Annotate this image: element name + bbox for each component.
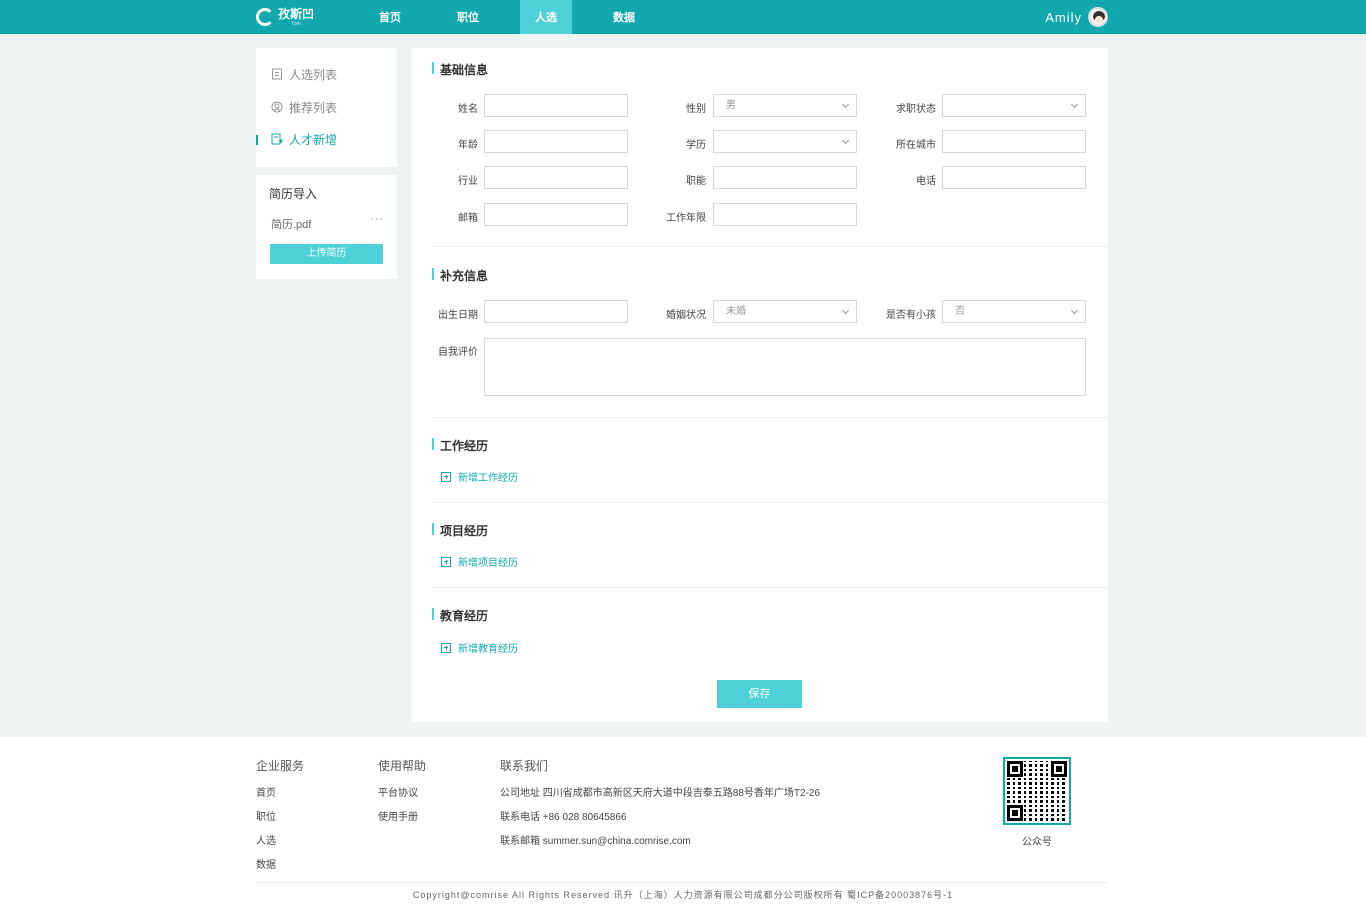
user-circle-icon: [271, 101, 283, 113]
gender-label: 性别: [686, 104, 706, 115]
add-work-experience-link[interactable]: 新增工作经历: [441, 469, 518, 484]
logo-text: 孜斯凹: [278, 7, 315, 21]
gender-select[interactable]: 男: [713, 94, 857, 117]
sidebar-item-label: 推荐列表: [289, 100, 338, 115]
avatar[interactable]: [1088, 7, 1108, 27]
talent-form: 基础信息 姓名 性别 男 求职状态 年龄 学历 所在城市 行业 职能 电话 邮箱…: [411, 48, 1108, 722]
logo-subtext: Tom: [291, 21, 301, 27]
sidebar-item-recommend-list[interactable]: 推荐列表: [271, 97, 337, 117]
section-title-work: 工作经历: [432, 437, 488, 454]
divider: [432, 246, 1108, 247]
plus-square-icon: [441, 556, 451, 567]
sidebar-item-label: 人才新增: [289, 132, 338, 147]
nav-candidates[interactable]: 人选: [520, 0, 572, 34]
resume-import-title: 简历导入: [269, 187, 318, 201]
footer-link-candidates[interactable]: 人选: [256, 832, 276, 847]
self-eval-label: 自我评价: [438, 347, 478, 358]
footer-link-manual[interactable]: 使用手册: [378, 808, 418, 823]
footer-address: 公司地址 四川省成都市高新区天府大道中段吉泰五路88号香年广场T2-26: [500, 788, 821, 799]
marital-label: 婚姻状况: [666, 310, 706, 321]
footer-link-jobs[interactable]: 职位: [256, 808, 276, 823]
add-project-experience-link[interactable]: 新增项目经历: [441, 554, 518, 569]
email-field[interactable]: [484, 203, 628, 226]
children-select[interactable]: 否: [942, 300, 1086, 323]
add-user-icon: [271, 133, 283, 145]
add-project-experience-label: 新增项目经历: [458, 558, 518, 569]
copyright: Copyright@comrise All Rights Reserved 讯升…: [412, 890, 954, 900]
sidebar-item-add-talent[interactable]: 人才新增: [271, 129, 337, 149]
add-work-experience-label: 新增工作经历: [458, 473, 518, 484]
upload-resume-button[interactable]: 上传简历: [270, 244, 383, 264]
footer: 企业服务 首页 职位 人选 数据 使用帮助 平台协议 使用手册 联系我们 公司地…: [0, 737, 1366, 906]
qr-code-label: 公众号: [1022, 837, 1052, 848]
top-header: 孜斯凹 Tom 首页 职位 人选 数据 Amily: [0, 0, 1366, 34]
footer-email: 联系邮箱 summer.sun@china.comrise.com: [500, 836, 691, 847]
divider: [432, 502, 1108, 503]
footer-link-agreement[interactable]: 平台协议: [378, 784, 418, 799]
divider: [432, 587, 1108, 588]
name-label: 姓名: [458, 104, 478, 115]
city-label: 所在城市: [896, 140, 936, 151]
work-years-label: 工作年限: [666, 213, 706, 224]
footer-phone: 联系电话 +86 028 80645866: [500, 812, 627, 823]
name-field[interactable]: [484, 94, 628, 117]
sidebar-item-label: 人选列表: [289, 67, 338, 82]
city-field[interactable]: [942, 130, 1086, 153]
nav-data[interactable]: 数据: [598, 0, 650, 34]
section-title-project: 项目经历: [432, 522, 488, 539]
job-status-label: 求职状态: [896, 104, 936, 115]
active-indicator: [256, 135, 258, 145]
nav-home[interactable]: 首页: [364, 0, 416, 34]
children-label: 是否有小孩: [886, 310, 936, 321]
function-field[interactable]: [713, 166, 857, 189]
divider: [432, 417, 1108, 418]
plus-square-icon: [441, 471, 451, 482]
add-education-experience-label: 新增教育经历: [458, 644, 518, 655]
footer-col-help-title: 使用帮助: [378, 759, 427, 773]
user-menu[interactable]: Amily: [1045, 7, 1108, 27]
side-menu: 人选列表 推荐列表 人才新增: [256, 48, 397, 167]
nav-jobs[interactable]: 职位: [442, 0, 494, 34]
resume-file-name[interactable]: 简历.pdf: [271, 216, 311, 232]
section-title-basic: 基础信息: [432, 61, 488, 78]
main-nav: 首页 职位 人选 数据: [364, 0, 676, 34]
work-years-field[interactable]: [713, 203, 857, 226]
email-label: 邮箱: [458, 213, 478, 224]
more-icon[interactable]: ···: [370, 213, 384, 225]
birth-date-field[interactable]: [484, 300, 628, 323]
phone-label: 电话: [916, 176, 936, 187]
resume-import-panel: 简历导入 简历.pdf ··· 上传简历: [256, 175, 397, 279]
marital-select[interactable]: 未婚: [713, 300, 857, 323]
self-eval-textarea[interactable]: [484, 338, 1086, 396]
job-status-select[interactable]: [942, 94, 1086, 117]
industry-field[interactable]: [484, 166, 628, 189]
footer-col-services-title: 企业服务: [256, 759, 305, 773]
birth-date-label: 出生日期: [438, 310, 478, 321]
phone-field[interactable]: [942, 166, 1086, 189]
list-icon: [271, 68, 283, 80]
save-button[interactable]: 保存: [717, 680, 802, 708]
logo-mark-icon: [256, 8, 274, 26]
section-title-education: 教育经历: [432, 607, 488, 624]
industry-label: 行业: [458, 176, 478, 187]
education-select[interactable]: [713, 130, 857, 153]
sidebar-item-candidate-list[interactable]: 人选列表: [271, 64, 337, 84]
footer-link-home[interactable]: 首页: [256, 784, 276, 799]
footer-col-contact-title: 联系我们: [500, 759, 549, 773]
plus-square-icon: [441, 642, 451, 653]
add-education-experience-link[interactable]: 新增教育经历: [441, 640, 518, 655]
age-field[interactable]: [484, 130, 628, 153]
age-label: 年龄: [458, 140, 478, 151]
section-title-extra: 补充信息: [432, 267, 488, 284]
user-name[interactable]: Amily: [1045, 10, 1082, 25]
logo[interactable]: 孜斯凹 Tom: [256, 6, 314, 28]
qr-code-icon: [1003, 757, 1071, 825]
education-label: 学历: [686, 140, 706, 151]
footer-link-data[interactable]: 数据: [256, 856, 276, 871]
function-label: 职能: [686, 176, 706, 187]
divider: [256, 882, 1108, 883]
